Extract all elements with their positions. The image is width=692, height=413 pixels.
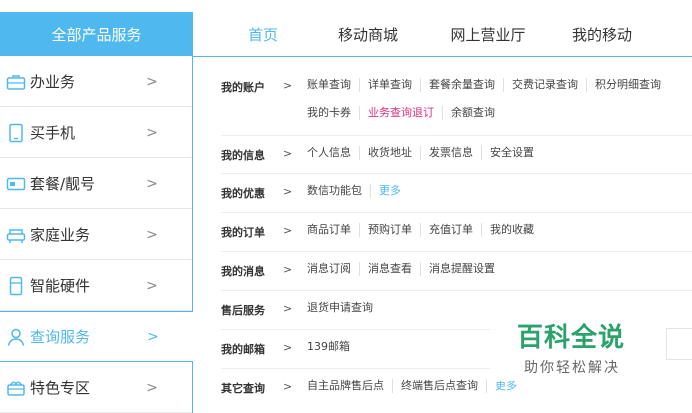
row-my-orders: 我的订单 > 商品订单 预购订单 充值订单 我的收藏 [193, 216, 692, 244]
sidebar-item-special-zone[interactable]: 特色专区 > [0, 362, 193, 413]
watermark-title: 百科全说 [517, 323, 626, 353]
link-plan-balance[interactable]: 套餐余量查询 [420, 78, 503, 92]
row-arrow: > [283, 185, 293, 198]
chevron-right-icon: > [146, 175, 158, 192]
link-my-favorites[interactable]: 我的收藏 [481, 223, 542, 237]
row-arrow: > [283, 341, 293, 354]
row-title: 我的账户 [221, 81, 265, 94]
card-icon [2, 172, 30, 196]
row-title: 我的消息 [221, 265, 265, 278]
chevron-right-icon: > [147, 328, 159, 345]
row-links: 消息订阅 消息查看 消息提醒设置 [299, 255, 692, 283]
row-arrow: > [283, 224, 293, 237]
sidebar-item-smart-hardware[interactable]: 智能硬件 > [0, 260, 193, 311]
link-shipping-address[interactable]: 收货地址 [359, 146, 420, 160]
link-detail-query[interactable]: 详单查询 [359, 78, 420, 92]
sidebar-item-family[interactable]: 家庭业务 > [0, 209, 193, 260]
link-my-coupons[interactable]: 我的卡券 [299, 106, 359, 120]
sidebar-item-label: 智能硬件 [30, 277, 91, 295]
chevron-right-icon: > [146, 226, 158, 243]
row-my-info: 我的信息 > 个人信息 收货地址 发票信息 安全设置 [193, 139, 692, 167]
link-points-detail[interactable]: 积分明细查询 [586, 78, 669, 92]
all-products-header[interactable]: 全部产品服务 [0, 12, 193, 56]
chevron-right-icon: > [146, 277, 158, 294]
watermark-box [666, 328, 692, 360]
link-product-orders[interactable]: 商品订单 [299, 223, 359, 237]
tab-my-mobile[interactable]: 我的移动 [552, 24, 652, 45]
link-service-unsubscribe[interactable]: 业务查询退订 [359, 106, 442, 120]
sofa-icon [2, 223, 30, 247]
person-icon [2, 325, 30, 349]
tab-home[interactable]: 首页 [193, 24, 333, 45]
device-icon [2, 274, 30, 298]
row-title: 我的信息 [221, 149, 265, 162]
link-recharge-orders[interactable]: 充值订单 [420, 223, 481, 237]
link-more[interactable]: 更多 [486, 379, 525, 393]
row-links: 账单查询 详单查询 套餐余量查询 交费记录查询 积分明细查询 我的卡券 业务查询… [299, 71, 692, 127]
row-arrow: > [283, 302, 293, 315]
link-more[interactable]: 更多 [370, 184, 409, 198]
sidebar-item-query-service[interactable]: 查询服务 > [0, 311, 193, 362]
sidebar-item-label: 办业务 [30, 73, 76, 91]
link-balance-query[interactable]: 余额查询 [442, 106, 503, 120]
chevron-right-icon: > [146, 379, 158, 396]
row-arrow: > [283, 147, 293, 160]
link-brand-service-points[interactable]: 自主品牌售后点 [299, 379, 392, 393]
top-nav: 首页 移动商城 网上营业厅 我的移动 [193, 12, 692, 57]
watermark-subtitle: 助你轻松解决 [524, 360, 620, 376]
sidebar-item-buy-phone[interactable]: 买手机 > [0, 107, 193, 158]
phone-icon [2, 121, 30, 145]
sidebar-item-plans[interactable]: 套餐/靓号 > [0, 158, 193, 209]
row-title: 我的邮箱 [221, 343, 265, 356]
row-arrow: > [283, 263, 293, 276]
sidebar-item-label: 买手机 [30, 124, 76, 142]
chevron-right-icon: > [146, 73, 158, 90]
link-message-subscribe[interactable]: 消息订阅 [299, 262, 359, 276]
row-my-messages: 我的消息 > 消息订阅 消息查看 消息提醒设置 [193, 255, 692, 283]
sidebar-item-label: 家庭业务 [30, 226, 91, 244]
row-my-discounts: 我的优惠 > 数信功能包 更多 [193, 177, 692, 205]
row-title: 其它查询 [221, 382, 265, 395]
tab-mobile-mall[interactable]: 移动商城 [318, 24, 418, 45]
briefcase-icon [2, 70, 30, 94]
link-terminal-service-query[interactable]: 终端售后点查询 [392, 379, 486, 393]
link-security-settings[interactable]: 安全设置 [481, 146, 542, 160]
tab-online-hall[interactable]: 网上营业厅 [428, 24, 548, 45]
link-personal-info[interactable]: 个人信息 [299, 146, 359, 160]
sidebar: 全部产品服务 办业务 > 买手机 > 套餐/靓号 > 家庭业务 > 智能硬件 >… [0, 0, 193, 413]
link-message-reminder[interactable]: 消息提醒设置 [420, 262, 503, 276]
row-title: 我的订单 [221, 226, 265, 239]
sidebar-list: 办业务 > 买手机 > 套餐/靓号 > 家庭业务 > 智能硬件 > 查询服务 >… [0, 56, 193, 413]
sidebar-item-business[interactable]: 办业务 > [0, 56, 193, 107]
link-139-mail[interactable]: 139邮箱 [299, 340, 358, 354]
row-links: 商品订单 预购订单 充值订单 我的收藏 [299, 216, 692, 244]
row-links: 数信功能包 更多 [299, 177, 692, 205]
link-bill-query[interactable]: 账单查询 [299, 78, 359, 92]
link-payment-records[interactable]: 交费记录查询 [503, 78, 586, 92]
sidebar-item-label: 特色专区 [30, 379, 91, 397]
link-preorders[interactable]: 预购订单 [359, 223, 420, 237]
chevron-right-icon: > [146, 124, 158, 141]
row-my-account: 我的账户 > 账单查询 详单查询 套餐余量查询 交费记录查询 积分明细查询 我的… [193, 71, 692, 129]
sidebar-item-label: 查询服务 [30, 328, 91, 346]
gift-icon [2, 376, 30, 400]
link-data-package[interactable]: 数信功能包 [299, 184, 370, 198]
row-links: 个人信息 收货地址 发票信息 安全设置 [299, 139, 692, 167]
link-message-view[interactable]: 消息查看 [359, 262, 420, 276]
row-arrow: > [283, 79, 293, 92]
link-return-query[interactable]: 退货申请查询 [299, 301, 381, 315]
row-title: 我的优惠 [221, 187, 265, 200]
sidebar-item-label: 套餐/靓号 [30, 175, 96, 193]
row-arrow: > [283, 380, 293, 393]
row-title: 售后服务 [221, 304, 265, 317]
link-invoice-info[interactable]: 发票信息 [420, 146, 481, 160]
